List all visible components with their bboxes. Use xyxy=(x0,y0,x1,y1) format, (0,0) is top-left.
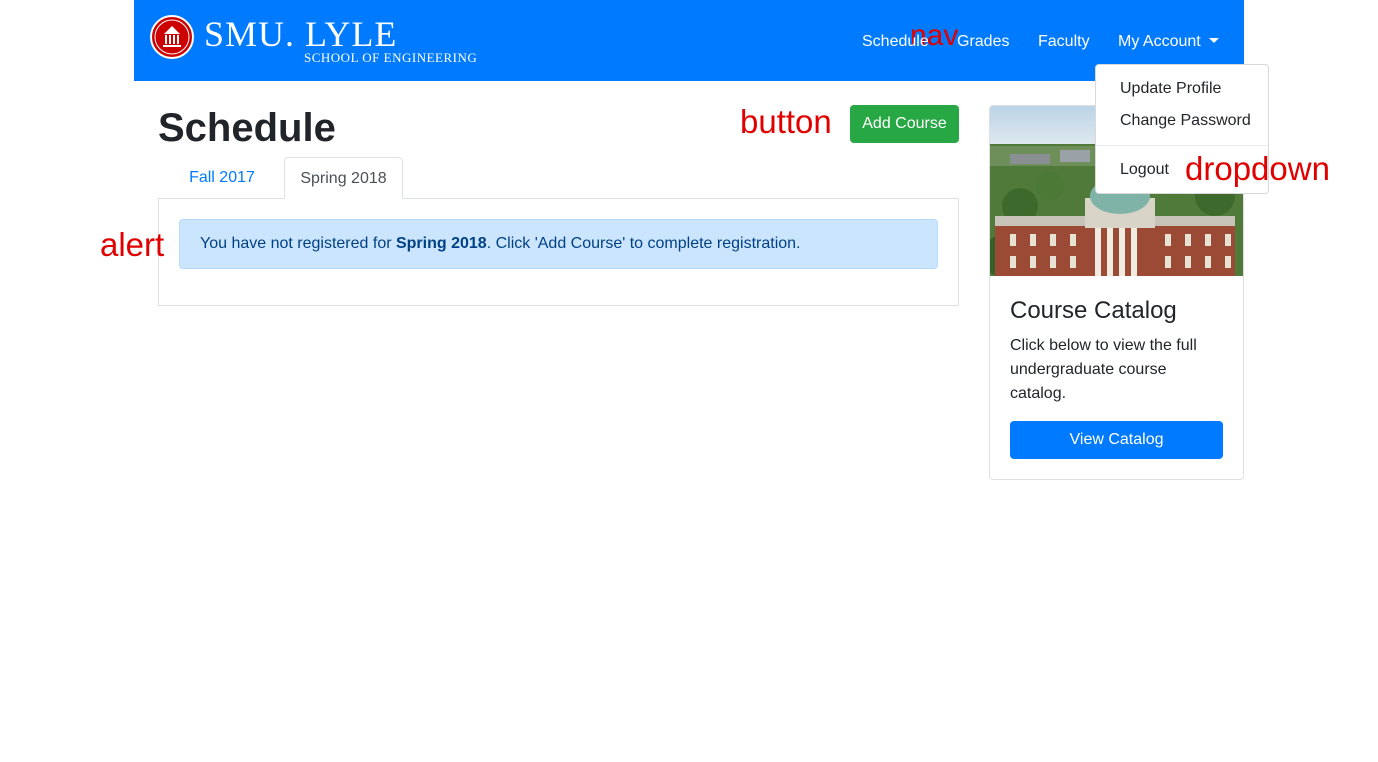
dropdown-divider xyxy=(1096,145,1268,146)
tab-spring-2018[interactable]: Spring 2018 xyxy=(284,157,403,199)
alert-annotation: alert xyxy=(100,226,165,263)
dropdown-item-logout[interactable]: Logout xyxy=(1120,160,1169,180)
caret-down-icon xyxy=(1208,38,1219,43)
dropdown-item-change-password[interactable]: Change Password xyxy=(1120,111,1251,131)
brand-subtitle: SCHOOL OF ENGINEERING xyxy=(304,50,478,65)
alert-term: Spring 2018 xyxy=(395,235,487,252)
nav-link-faculty[interactable]: Faculty xyxy=(1038,32,1090,52)
navbar: SMU. LYLE SCHOOL OF ENGINEERING nav Sche… xyxy=(134,0,1244,81)
nav-link-my-account-label: My Account xyxy=(1118,33,1201,50)
nav-link-my-account[interactable]: My Account xyxy=(1118,32,1219,52)
brand-name: SMU. LYLE xyxy=(204,14,398,54)
card-title: Course Catalog xyxy=(1010,297,1177,324)
tab-fall-2017[interactable]: Fall 2017 xyxy=(170,157,274,199)
alert-text-before: You have not registered for xyxy=(200,235,396,252)
brand-text: SMU. LYLE SCHOOL OF ENGINEERING xyxy=(204,15,477,64)
card-text: Click below to view the full undergradua… xyxy=(1010,337,1197,402)
smu-seal-icon xyxy=(150,15,194,59)
dropdown-item-update-profile[interactable]: Update Profile xyxy=(1120,79,1221,99)
button-annotation: button xyxy=(740,103,832,140)
alert-text-after: . Click 'Add Course' to complete registr… xyxy=(486,235,801,252)
dropdown-annotation: dropdown xyxy=(1185,150,1330,187)
nav-link-schedule[interactable]: Schedule xyxy=(862,32,929,52)
view-catalog-button[interactable]: View Catalog xyxy=(1010,421,1223,459)
registration-alert: You have not registered for Spring 2018.… xyxy=(179,219,938,269)
nav-link-grades[interactable]: Grades xyxy=(957,32,1009,52)
brand-logo[interactable]: SMU. LYLE SCHOOL OF ENGINEERING xyxy=(150,15,477,65)
add-course-button[interactable]: Add Course xyxy=(850,105,959,143)
page-title: Schedule xyxy=(158,106,336,150)
